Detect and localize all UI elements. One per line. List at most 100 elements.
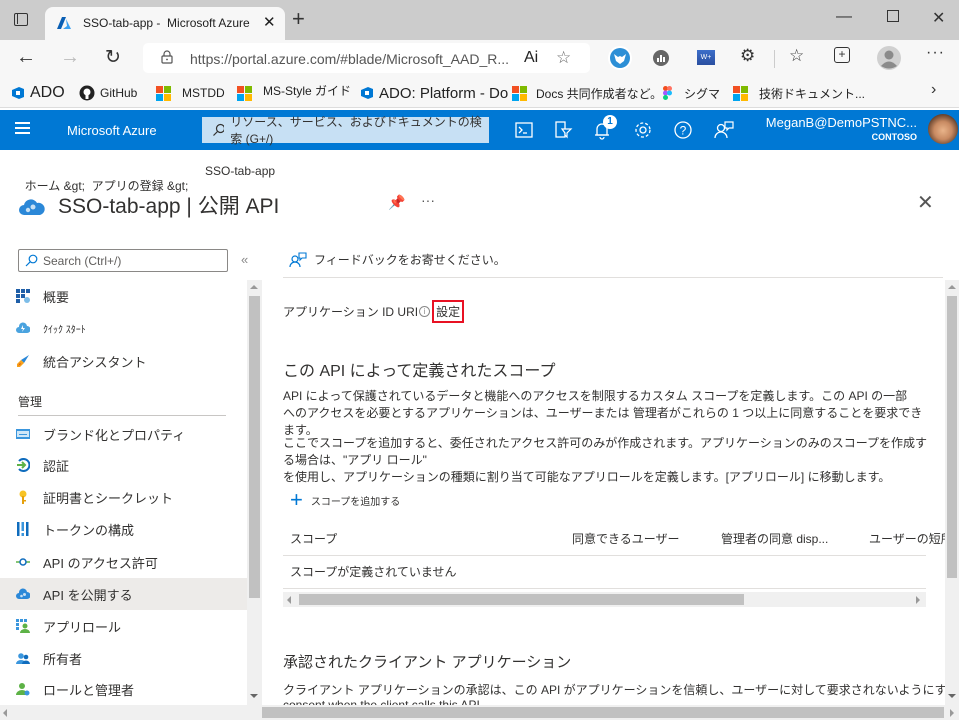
read-aloud-button[interactable]: Ai — [524, 49, 538, 67]
bookmark-ms-style[interactable]: MS-Style ガイド — [237, 80, 351, 101]
sidebar-scroll-thumb[interactable] — [249, 296, 260, 598]
scroll-down-icon[interactable] — [948, 694, 956, 698]
collapse-sidebar-icon[interactable]: « — [241, 252, 248, 267]
profile-icon[interactable] — [877, 46, 901, 70]
table-scroll-thumb[interactable] — [299, 594, 744, 605]
collections-icon[interactable]: + — [834, 47, 850, 63]
azure-header: Microsoft Azure リソース、サービス、およびドキュメントの検索 (… — [0, 110, 959, 150]
close-window-icon[interactable]: ✕ — [932, 8, 945, 28]
sidebar-item-overview[interactable]: 概要 — [0, 280, 247, 312]
sidebar-item-authentication[interactable]: 認証 — [0, 449, 247, 481]
chevron-right-icon[interactable]: › — [931, 81, 936, 99]
bookmark-sigma[interactable]: シグマ — [663, 83, 720, 103]
address-bar[interactable]: https://portal.azure.com/#blade/Microsof… — [143, 43, 590, 73]
set-app-id-uri-link[interactable]: 設定 — [432, 300, 465, 323]
bookmark-mstdd[interactable]: MSTDD — [156, 83, 225, 103]
scroll-left-icon[interactable] — [287, 596, 291, 604]
tab-actions-icon[interactable] — [14, 13, 28, 26]
table-horizontal-scrollbar[interactable] — [283, 592, 926, 607]
owners-icon — [16, 653, 30, 664]
bookmark-ado[interactable]: ADO — [11, 83, 65, 103]
directory-filter-icon[interactable] — [553, 120, 573, 140]
cloud-shell-icon[interactable] — [514, 120, 534, 140]
authorized-clients-title: 承認されたクライアント アプリケーション — [283, 654, 572, 671]
bookmark-tech-docs[interactable]: 技術ドキュメント... — [733, 83, 865, 103]
bookmark-ado-platform[interactable]: ADO: Platform - Do — [360, 83, 508, 103]
bookmarks-bar: ADO GitHub MSTDD MS-Style ガイド ADO: Platf… — [0, 78, 959, 108]
page-horizontal-scrollbar[interactable] — [0, 705, 959, 720]
forward-button[interactable]: → — [60, 46, 80, 69]
close-blade-icon[interactable]: ✕ — [917, 190, 934, 215]
add-scope-button[interactable]: + スコープを追加する — [290, 489, 400, 511]
scroll-left-icon[interactable] — [3, 709, 7, 717]
sidebar-item-branding[interactable]: ブランド化とプロパティ — [0, 418, 247, 450]
favorites-icon[interactable]: ☆ — [789, 46, 804, 66]
sidebar-item-certificates[interactable]: 証明書とシークレット — [0, 481, 247, 513]
browser-titlebar: SSO-tab-app - Microsoft Azure ✕ + — ✕ — [0, 0, 959, 40]
new-tab-button[interactable]: + — [292, 6, 305, 32]
hamburger-menu-icon[interactable] — [15, 122, 30, 134]
back-button[interactable]: ← — [16, 46, 36, 69]
scroll-down-icon[interactable] — [250, 694, 258, 698]
account-info[interactable]: MeganB@DemoPSTNC... CONTOSO — [766, 115, 917, 142]
sidebar-search-input[interactable]: Search (Ctrl+/) — [18, 249, 228, 272]
azure-logo-icon — [57, 17, 71, 29]
avatar[interactable] — [928, 114, 958, 144]
content-scrollbar[interactable] — [945, 280, 959, 705]
feedback-icon[interactable] — [714, 120, 734, 140]
sidebar-scrollbar[interactable] — [247, 280, 262, 705]
sidebar-item-integration-assistant[interactable]: 統合アシスタント — [0, 345, 247, 377]
refresh-button[interactable]: ↻ — [105, 46, 121, 69]
extension-chart-icon[interactable] — [653, 50, 669, 66]
scroll-right-icon[interactable] — [916, 596, 920, 604]
scroll-right-icon[interactable] — [950, 709, 954, 717]
azure-devops-icon — [12, 87, 24, 99]
close-tab-icon[interactable]: ✕ — [263, 13, 276, 31]
feedback-link[interactable]: フィードバックをお寄せください。 — [289, 251, 506, 268]
help-icon[interactable]: ? — [673, 120, 693, 140]
url-text[interactable]: https://portal.azure.com/#blade/Microsof… — [190, 51, 509, 67]
breadcrumb-current[interactable]: SSO-tab-app — [205, 164, 275, 178]
info-icon[interactable]: i — [419, 306, 431, 317]
sidebar-item-token-config[interactable]: トークンの構成 — [0, 513, 247, 545]
pin-icon[interactable]: 📌 — [388, 194, 405, 211]
sidebar-item-owners[interactable]: 所有者 — [0, 642, 247, 674]
scroll-up-icon[interactable] — [948, 285, 956, 289]
sidebar-item-app-roles[interactable]: アプリロール — [0, 610, 247, 642]
section-manage-heading: 管理 — [18, 395, 43, 409]
column-header-admin-consent[interactable]: 管理者の同意 disp... — [721, 530, 828, 547]
search-icon — [25, 254, 38, 267]
column-header-who-can-consent[interactable]: 同意できるユーザー — [572, 530, 680, 547]
content-divider — [283, 277, 943, 278]
azure-brand[interactable]: Microsoft Azure — [67, 123, 157, 138]
global-search-input[interactable]: リソース、サービス、およびドキュメントの検索 (G+/) — [202, 115, 489, 146]
settings-gear-icon[interactable] — [633, 120, 653, 140]
sidebar-item-api-permissions[interactable]: API のアクセス許可 — [0, 546, 247, 578]
microsoft-logo-icon — [237, 85, 252, 101]
bookmark-github[interactable]: GitHub — [79, 83, 137, 103]
figma-icon — [663, 86, 672, 100]
azure-devops-icon — [361, 87, 373, 99]
content-scroll-thumb[interactable] — [947, 296, 957, 578]
browser-tab[interactable]: SSO-tab-app - Microsoft Azure ✕ — [45, 7, 285, 40]
sidebar-item-quickstart[interactable]: ｸｲｯｸ ｽﾀｰﾄ — [0, 312, 247, 344]
sidebar-item-roles-admins[interactable]: ロールと管理者 — [0, 673, 247, 705]
bookmark-docs[interactable]: Docs 共同作成者など。 — [512, 83, 662, 103]
column-header-scope[interactable]: スコープ — [290, 530, 337, 547]
extension-word-plus-icon[interactable]: W+ — [697, 50, 715, 65]
sidebar-item-expose-api[interactable]: API を公開する — [0, 578, 247, 610]
minimize-icon[interactable]: — — [836, 8, 852, 26]
column-header-user-consent[interactable]: ユーザーの短所 — [869, 530, 953, 547]
lock-icon — [161, 50, 173, 64]
scroll-up-icon[interactable] — [250, 285, 258, 289]
more-options-icon[interactable]: ··· — [421, 192, 435, 208]
extension-fox-icon[interactable] — [607, 45, 633, 71]
extensions-icon[interactable]: ⚙ — [740, 46, 755, 66]
app-id-uri-row: アプリケーション ID URI i 設定 — [283, 300, 465, 323]
settings-more-icon[interactable]: ··· — [926, 44, 945, 62]
page-scroll-thumb[interactable] — [262, 707, 944, 718]
table-empty-message: スコープが定義されていません — [290, 565, 457, 579]
add-favorite-icon[interactable]: ☆ — [556, 48, 571, 68]
tenant-name: CONTOSO — [871, 132, 917, 142]
maximize-icon[interactable] — [887, 10, 899, 22]
